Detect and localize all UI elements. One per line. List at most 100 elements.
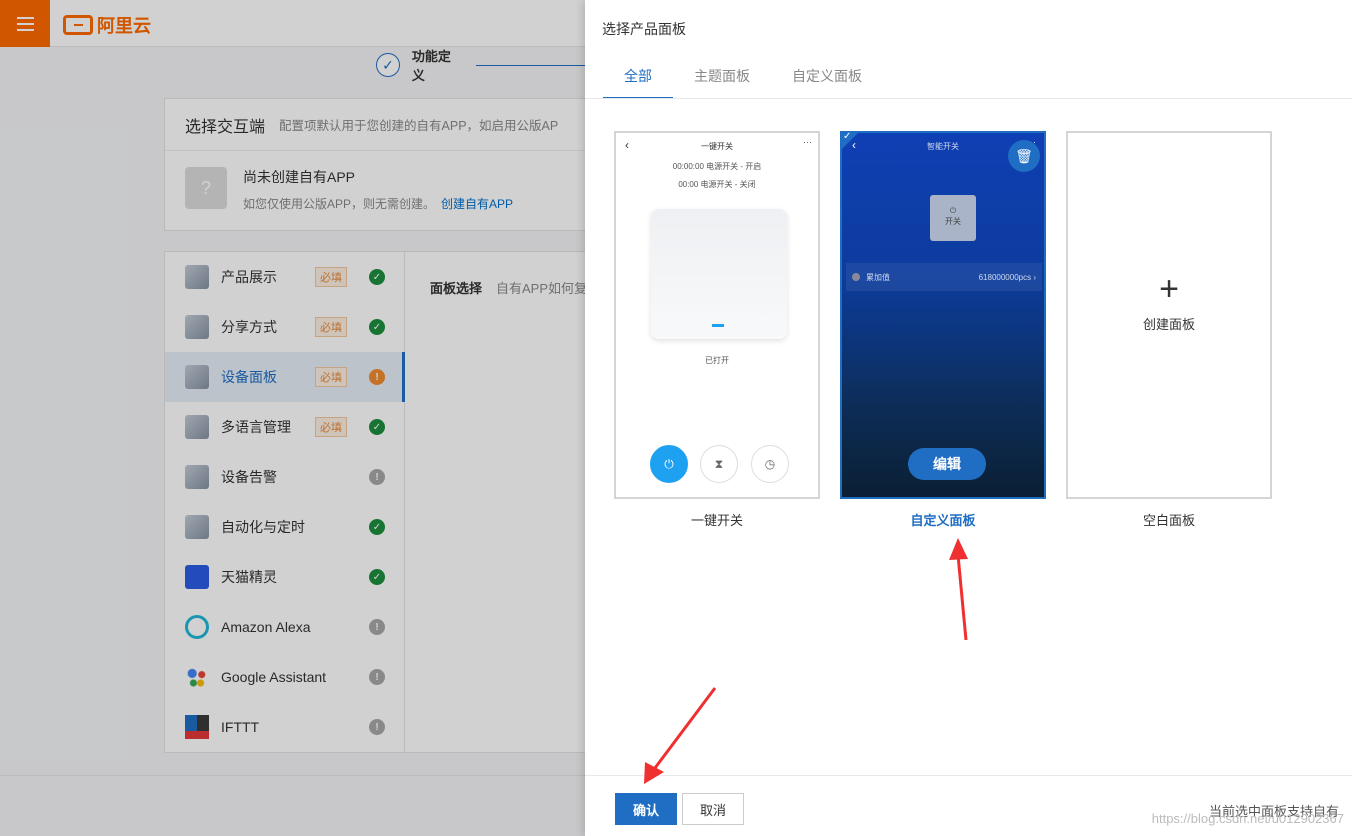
page-bottom-bar — [0, 775, 585, 836]
preview-header: 一键开关 — [701, 142, 733, 151]
schedule-line: 00:00:00 电源开关 - 开启 — [672, 162, 762, 171]
stepper: ✓ 功能定义 — [376, 46, 585, 84]
status-ok-icon: ✓ — [369, 269, 385, 285]
status-info-icon: ! — [369, 719, 385, 735]
status-ok-icon: ✓ — [369, 319, 385, 335]
check-icon: ✓ — [376, 53, 400, 77]
panel-card-blank[interactable]: + 创建面板 — [1066, 131, 1272, 499]
step-label: 功能定义 — [411, 49, 451, 83]
confirm-button[interactable]: 确认 — [615, 793, 677, 825]
interaction-card: 选择交互端 配置项默认用于您创建的自有APP，如启用公版AP ? 尚未创建自有A… — [164, 98, 585, 231]
cancel-button[interactable]: 取消 — [682, 793, 744, 825]
product-display-icon — [185, 265, 209, 289]
required-badge: 必填 — [315, 417, 347, 437]
sidebar-item-label: Google Assistant — [221, 669, 327, 685]
automation-icon — [185, 515, 209, 539]
more-icon: ··· — [803, 137, 812, 147]
required-badge: 必填 — [315, 267, 347, 287]
share-icon — [185, 315, 209, 339]
sidebar-item-label: 天猫精灵 — [221, 569, 277, 585]
sidebar-item-label: 分享方式 — [221, 319, 277, 335]
sidebar-item-languages[interactable]: 多语言管理 必填 ✓ — [165, 402, 404, 452]
status-ok-icon: ✓ — [369, 519, 385, 535]
ifttt-icon — [185, 715, 209, 739]
status-warning-icon: ! — [369, 369, 385, 385]
clock-icon: ◷ — [751, 445, 789, 483]
panel-card-custom[interactable]: ✓ ‹ 智能开关 ··· 🗑 ⏻ 开关 累加值 618000000pcs › 编… — [840, 131, 1046, 499]
drawer-footer: 确认 取消 当前选中面板支持自有 https://blog.csdn.net/u… — [585, 775, 1352, 836]
panel-select-title: 面板选择 — [430, 281, 483, 296]
interaction-desc: 配置项默认用于您创建的自有APP，如启用公版AP — [279, 119, 559, 133]
sidebar-item-tmall-genie[interactable]: 天猫精灵 ✓ — [165, 552, 404, 602]
config-card: 产品展示 必填 ✓ 分享方式 必填 ✓ 设备面板 必填 ! 多语言管理 必填 ✓ — [164, 251, 585, 753]
value-row-label: 累加值 — [866, 272, 890, 282]
power-tile-label: 开关 — [945, 217, 961, 226]
panel-card-one-key-switch[interactable]: ‹ 一键开关 ··· 00:00:00 电源开关 - 开启 00:00 电源开关… — [614, 131, 820, 499]
google-assistant-icon — [185, 665, 209, 689]
status-info-icon: ! — [369, 669, 385, 685]
brand-name: 阿里云 — [97, 16, 151, 36]
sidebar-item-label: 设备面板 — [221, 369, 277, 385]
watermark: https://blog.csdn.net/u012902367 — [1151, 811, 1344, 826]
sidebar-item-amazon-alexa[interactable]: Amazon Alexa ! — [165, 602, 404, 652]
sidebar-item-label: 自动化与定时 — [221, 519, 305, 535]
sidebar-item-label: IFTTT — [221, 719, 260, 735]
status-ok-icon: ✓ — [369, 569, 385, 585]
required-badge: 必填 — [315, 367, 347, 387]
tab-theme-panels[interactable]: 主题面板 — [673, 56, 771, 99]
plus-icon: + — [1159, 269, 1179, 308]
aliyun-logo-icon — [63, 15, 93, 35]
brand-logo[interactable]: 阿里云 — [63, 12, 151, 38]
dot-icon — [852, 273, 860, 282]
sidebar-item-ifttt[interactable]: IFTTT ! — [165, 702, 404, 752]
sidebar-item-share[interactable]: 分享方式 必填 ✓ — [165, 302, 404, 352]
edit-button[interactable]: 编辑 — [908, 448, 986, 480]
sidebar-item-label: 产品展示 — [221, 269, 277, 285]
schedule-line: 00:00 电源开关 - 关闭 — [678, 180, 756, 189]
tab-custom-panels[interactable]: 自定义面板 — [771, 56, 883, 99]
power-icon: ⏻ — [949, 206, 957, 215]
empty-app-title: 尚未创建自有APP — [243, 169, 356, 185]
status-info-icon: ! — [369, 619, 385, 635]
panel-card-name: 一键开关 — [690, 513, 743, 528]
background-page: 阿里云 ✓ 功能定义 选择交互端 配置项默认用于您创建的自有APP，如启用公版A… — [0, 0, 585, 836]
tabs-divider — [585, 98, 1352, 99]
trash-icon[interactable]: 🗑 — [1008, 140, 1040, 172]
panel-card-name: 空白面板 — [1142, 513, 1195, 528]
tab-all[interactable]: 全部 — [603, 56, 673, 99]
panel-select-desc: 自有APP如何复 — [496, 281, 585, 296]
panel-preview: ✓ ‹ 智能开关 ··· 🗑 ⏻ 开关 累加值 618000000pcs › 编… — [842, 131, 1044, 497]
top-bar: 阿里云 — [0, 0, 585, 47]
sidebar-item-device-alarm[interactable]: 设备告警 ! — [165, 452, 404, 502]
panel-drawer: 选择产品面板 全部 主题面板 自定义面板 ‹ 一键开关 ··· 00:00:00… — [585, 0, 1352, 836]
power-icon: ⏻ — [650, 445, 688, 483]
sidebar-item-google-assistant[interactable]: Google Assistant ! — [165, 652, 404, 702]
switch-preview — [651, 209, 787, 339]
sidebar-item-label: Amazon Alexa — [221, 619, 311, 635]
empty-app-desc: 如您仅使用公版APP，则无需创建。 — [243, 197, 436, 211]
value-row: 累加值 618000000pcs › — [846, 263, 1042, 291]
panel-tabs: 全部 主题面板 自定义面板 — [603, 56, 883, 99]
panel-select-row: 面板选择 自有APP如何复 — [430, 278, 585, 297]
chevron-right-icon: › — [1033, 272, 1036, 282]
panel-card-name: 自定义面板 — [910, 513, 976, 528]
sidebar-item-automation[interactable]: 自动化与定时 ✓ — [165, 502, 404, 552]
menu-icon[interactable] — [0, 0, 50, 47]
value-row-value: 618000000pcs — [978, 272, 1032, 282]
step-connector — [475, 64, 585, 66]
create-panel[interactable]: + 创建面板 — [1068, 133, 1270, 497]
alexa-icon — [185, 615, 209, 639]
language-icon — [185, 415, 209, 439]
drawer-title: 选择产品面板 — [602, 21, 686, 37]
panel-preview: ‹ 一键开关 ··· 00:00:00 电源开关 - 开启 00:00 电源开关… — [616, 133, 818, 497]
sidebar-item-label: 多语言管理 — [221, 419, 291, 435]
status-ok-icon: ✓ — [369, 419, 385, 435]
tmall-genie-icon — [185, 565, 209, 589]
hourglass-icon: ⧗ — [700, 445, 738, 483]
required-badge: 必填 — [315, 317, 347, 337]
sidebar-item-device-panel[interactable]: 设备面板 必填 ! — [165, 352, 405, 402]
sidebar: 产品展示 必填 ✓ 分享方式 必填 ✓ 设备面板 必填 ! 多语言管理 必填 ✓ — [165, 252, 405, 752]
create-panel-label: 创建面板 — [1142, 316, 1195, 332]
sidebar-item-product-display[interactable]: 产品展示 必填 ✓ — [165, 252, 404, 302]
create-app-link[interactable]: 创建自有APP — [441, 197, 513, 211]
